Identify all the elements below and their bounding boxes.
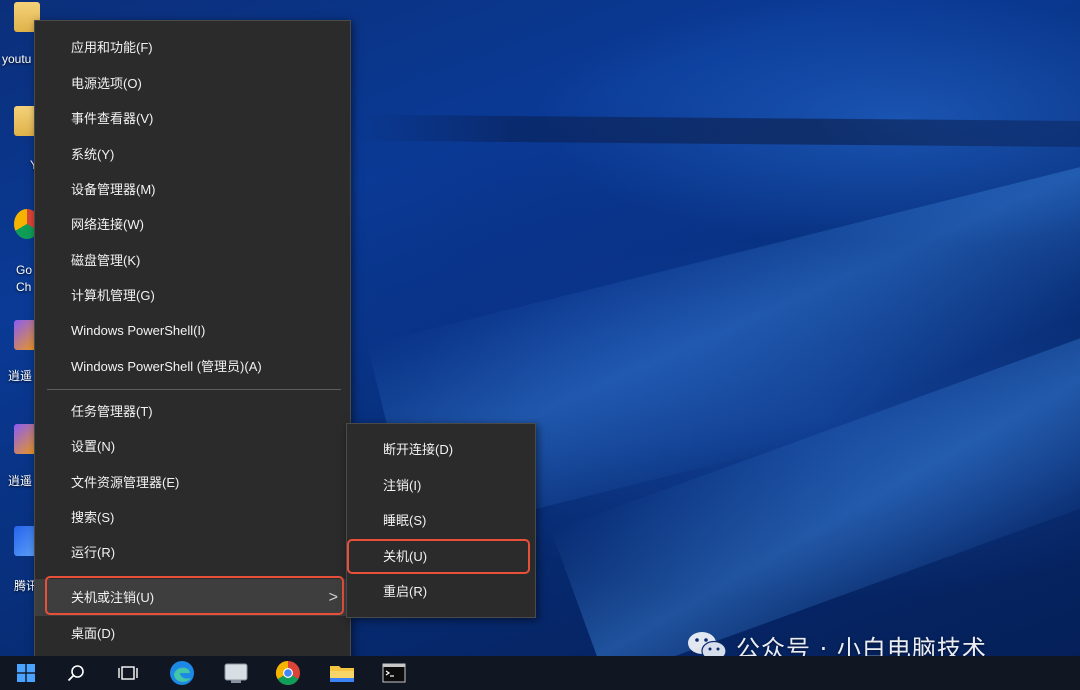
submenu-item-disconnect[interactable]: 断开连接(D) — [347, 433, 535, 467]
menu-item-device-manager[interactable]: 设备管理器(M) — [35, 173, 350, 207]
wallpaper-light-beam — [359, 114, 1080, 148]
shutdown-submenu: 断开连接(D) 注销(I) 睡眠(S) 关机(U) 重启(R) — [346, 423, 536, 618]
annotation-highlight-box — [347, 539, 530, 574]
menu-item-powershell[interactable]: Windows PowerShell(I) — [35, 314, 350, 348]
taskbar-search-button[interactable] — [52, 656, 100, 690]
submenu-item-sleep[interactable]: 睡眠(S) — [347, 504, 535, 538]
desktop-icon-label-line2: Ch — [16, 280, 32, 294]
menu-item-network-connections[interactable]: 网络连接(W) — [35, 208, 350, 242]
desktop-icon-label: 逍遥 — [8, 474, 33, 488]
menu-item-disk-management[interactable]: 磁盘管理(K) — [35, 244, 350, 278]
desktop-icon-label: Go — [16, 263, 33, 277]
desktop-icon-chrome[interactable]: Go Ch — [0, 205, 40, 295]
menu-item-search[interactable]: 搜索(S) — [35, 501, 350, 535]
edge-icon — [170, 661, 194, 685]
taskbar-app[interactable] — [212, 656, 260, 690]
task-view-icon — [118, 666, 138, 680]
desktop-icon-app[interactable]: 逍遥 — [0, 318, 40, 388]
submenu-item-restart[interactable]: 重启(R) — [347, 575, 535, 609]
menu-item-run[interactable]: 运行(R) — [35, 536, 350, 570]
menu-item-task-manager[interactable]: 任务管理器(T) — [35, 395, 350, 429]
menu-item-event-viewer[interactable]: 事件查看器(V) — [35, 102, 350, 136]
app-icon — [224, 663, 248, 683]
submenu-item-sign-out[interactable]: 注销(I) — [347, 469, 535, 503]
menu-item-computer-management[interactable]: 计算机管理(G) — [35, 279, 350, 313]
menu-item-settings[interactable]: 设置(N) — [35, 430, 350, 464]
search-icon — [67, 665, 84, 682]
menu-item-desktop[interactable]: 桌面(D) — [35, 617, 350, 651]
menu-item-apps-features[interactable]: 应用和功能(F) — [35, 31, 350, 65]
desktop-icon-youtube-folder[interactable]: youtu — [0, 0, 40, 70]
desktop-icon-app[interactable]: 逍遥 — [0, 422, 40, 492]
terminal-icon — [382, 663, 406, 683]
chrome-icon — [275, 661, 300, 686]
taskbar — [0, 656, 1080, 690]
winx-context-menu: 应用和功能(F) 电源选项(O) 事件查看器(V) 系统(Y) 设备管理器(M)… — [34, 20, 351, 660]
start-button[interactable] — [2, 656, 50, 690]
file-explorer-icon — [330, 666, 354, 682]
annotation-highlight-box — [45, 576, 344, 615]
menu-item-powershell-admin[interactable]: Windows PowerShell (管理员)(A) — [35, 350, 350, 384]
taskbar-edge[interactable] — [158, 656, 206, 690]
menu-item-system[interactable]: 系统(Y) — [35, 138, 350, 172]
menu-item-file-explorer[interactable]: 文件资源管理器(E) — [35, 466, 350, 500]
taskbar-terminal[interactable] — [370, 656, 418, 690]
menu-divider — [47, 389, 341, 390]
taskbar-chrome[interactable] — [264, 656, 312, 690]
task-view-button[interactable] — [104, 656, 152, 690]
menu-item-power-options[interactable]: 电源选项(O) — [35, 67, 350, 101]
desktop-icon-app[interactable]: 腾讯 — [0, 524, 40, 594]
desktop-icon-folder[interactable]: Y — [0, 100, 40, 172]
start-icon — [17, 664, 35, 682]
desktop-icon-label: youtu — [2, 52, 32, 66]
taskbar-file-explorer[interactable] — [318, 656, 366, 690]
desktop-icon-label: 逍遥 — [8, 369, 33, 383]
